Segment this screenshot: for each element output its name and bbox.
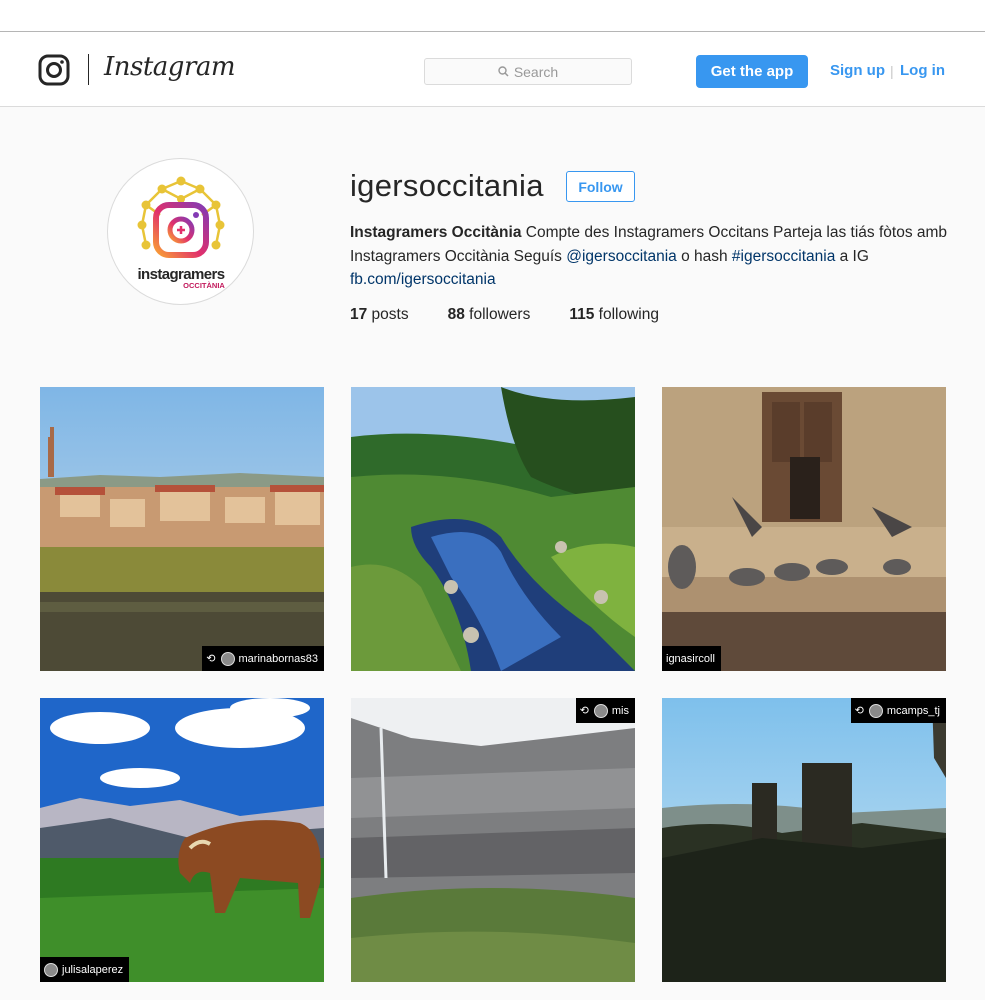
posts-stat: 17 posts <box>350 306 409 324</box>
bio-text: o hash <box>676 247 732 265</box>
post-photo-pigeons <box>662 387 946 671</box>
profile-full-name: Instagramers Occitània <box>350 224 522 241</box>
post-thumbnail[interactable]: julisalaperez <box>40 698 324 982</box>
svg-text:OCCITÀNIA: OCCITÀNIA <box>183 281 225 290</box>
repost-icon: ⟲ <box>206 653 216 665</box>
post-thumbnail[interactable]: ⟲ mis <box>351 698 635 982</box>
user-avatar <box>593 703 608 718</box>
post-photo-castle <box>662 698 946 982</box>
user-avatar <box>868 703 883 718</box>
post-photo-horse <box>40 698 324 982</box>
profile-avatar: instagramers OCCITÀNIA <box>107 158 254 305</box>
profile-username: igersoccitania <box>350 168 544 203</box>
log-in-link[interactable]: Log in <box>900 62 945 79</box>
bio-mention-link[interactable]: @igersoccitania <box>566 248 677 265</box>
following-stat[interactable]: 115 following <box>569 306 659 324</box>
bio-text: a IG <box>835 247 869 265</box>
get-the-app-button[interactable]: Get the app <box>696 55 808 88</box>
followers-label: followers <box>464 306 531 323</box>
posts-label: posts <box>367 306 409 323</box>
post-photo-town <box>40 387 324 671</box>
followers-count: 88 <box>447 306 465 323</box>
post-thumbnail[interactable]: ignasircoll <box>662 387 946 671</box>
search-input[interactable]: Search <box>424 58 632 85</box>
tag-username: mcamps_tj <box>886 704 940 717</box>
bio-external-link[interactable]: fb.com/igersoccitania <box>350 271 496 288</box>
nav-separator: | <box>890 63 894 79</box>
post-photo-cliffs <box>351 698 635 982</box>
post-thumbnail[interactable]: ⟲ marinabornas83 <box>40 387 324 671</box>
tag-username: julisalaperez <box>62 963 124 976</box>
profile-stats: 17 posts 88 followers 115 following <box>350 306 698 324</box>
user-avatar <box>44 962 58 977</box>
tag-username: marinabornas83 <box>238 652 319 665</box>
reposted-user-tag[interactable]: ⟲ mcamps_tj <box>850 698 946 723</box>
follow-button[interactable]: Follow <box>566 171 635 202</box>
post-photo-stream <box>351 387 635 671</box>
followers-stat[interactable]: 88 followers <box>448 306 531 324</box>
repost-icon: ⟲ <box>854 705 864 717</box>
repost-icon: ⟲ <box>579 705 589 717</box>
user-avatar <box>220 651 235 666</box>
search-placeholder: Search <box>513 63 559 80</box>
tag-username: ignasircoll <box>666 652 715 665</box>
nav-divider <box>88 54 89 85</box>
post-thumbnail[interactable] <box>351 387 635 671</box>
instagram-wordmark[interactable]: Instagram <box>104 52 236 82</box>
top-navbar: Instagram Search Get the app Sign up | L… <box>0 32 985 107</box>
posts-count: 17 <box>350 306 368 323</box>
sign-up-link[interactable]: Sign up <box>830 62 885 79</box>
browser-top-strip <box>0 0 985 32</box>
following-label: following <box>594 306 659 323</box>
following-count: 115 <box>569 306 595 323</box>
reposted-user-tag[interactable]: ⟲ marinabornas83 <box>202 646 324 671</box>
tag-username: mis <box>611 704 629 717</box>
instagram-camera-icon[interactable] <box>38 54 70 86</box>
bio-hashtag-link[interactable]: #igersoccitania <box>732 248 835 265</box>
reposted-user-tag[interactable]: ignasircoll <box>662 646 721 671</box>
search-icon <box>498 66 509 77</box>
profile-bio: Instagramers Occitània Compte des Instag… <box>350 221 950 292</box>
reposted-user-tag[interactable]: ⟲ mis <box>575 698 635 723</box>
post-thumbnail[interactable]: ⟲ mcamps_tj <box>662 698 946 982</box>
reposted-user-tag[interactable]: julisalaperez <box>40 957 130 982</box>
